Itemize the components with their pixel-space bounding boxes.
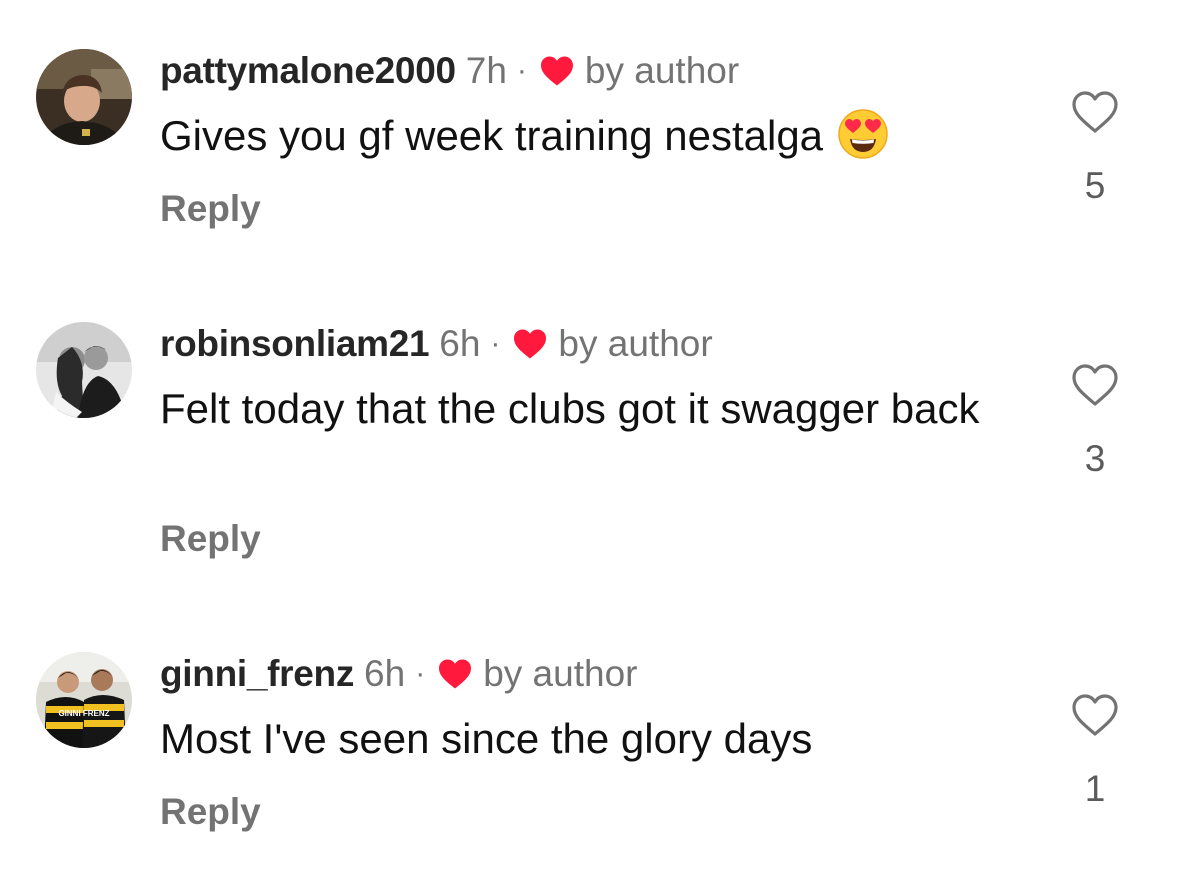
like-count: 3 [1084, 438, 1106, 479]
separator: · [516, 54, 527, 87]
avatar[interactable] [36, 322, 132, 418]
author-badge: by author [584, 50, 740, 91]
heart-outline-icon[interactable] [1070, 362, 1120, 408]
comment-text: Felt today that the clubs got it swagger… [160, 385, 980, 432]
heart-outline-icon[interactable] [1070, 89, 1120, 135]
username[interactable]: robinsonliam21 [160, 323, 430, 365]
avatar[interactable] [36, 49, 132, 145]
comment-header: robinsonliam21 6h · by author [160, 320, 713, 368]
username[interactable]: ginni_frenz [160, 653, 354, 695]
reply-button[interactable]: Reply [160, 518, 261, 560]
comment-text: Most I've seen since the glory days [160, 715, 813, 762]
author-badge: by author [483, 653, 638, 694]
reply-button[interactable]: Reply [160, 791, 261, 833]
separator: · [415, 657, 426, 690]
heart-eyes-emoji-icon [837, 108, 889, 160]
heart-outline-icon[interactable] [1070, 692, 1120, 738]
separator: · [490, 327, 501, 360]
avatar-caption: GINNI FRENZ [58, 709, 109, 718]
username[interactable]: pattymalone2000 [160, 50, 456, 92]
like-count: 1 [1084, 768, 1106, 809]
timestamp: 7h [465, 50, 507, 91]
author-heart-icon [512, 328, 548, 360]
timestamp: 6h [439, 323, 481, 364]
author-heart-icon [437, 658, 473, 690]
comment-text-wrapper: Gives you gf week training nestalga [160, 108, 1040, 164]
timestamp: 6h [364, 653, 406, 694]
comment-header: pattymalone2000 7h · by author [160, 47, 739, 95]
like-count: 5 [1084, 165, 1106, 206]
reply-button[interactable]: Reply [160, 188, 261, 230]
comment-text: Gives you gf week training nestalga [160, 112, 824, 159]
comment-header: ginni_frenz 6h · by author [160, 650, 637, 698]
avatar[interactable]: GINNI FRENZ [36, 652, 132, 748]
author-badge: by author [558, 323, 713, 364]
author-heart-icon [539, 55, 575, 87]
